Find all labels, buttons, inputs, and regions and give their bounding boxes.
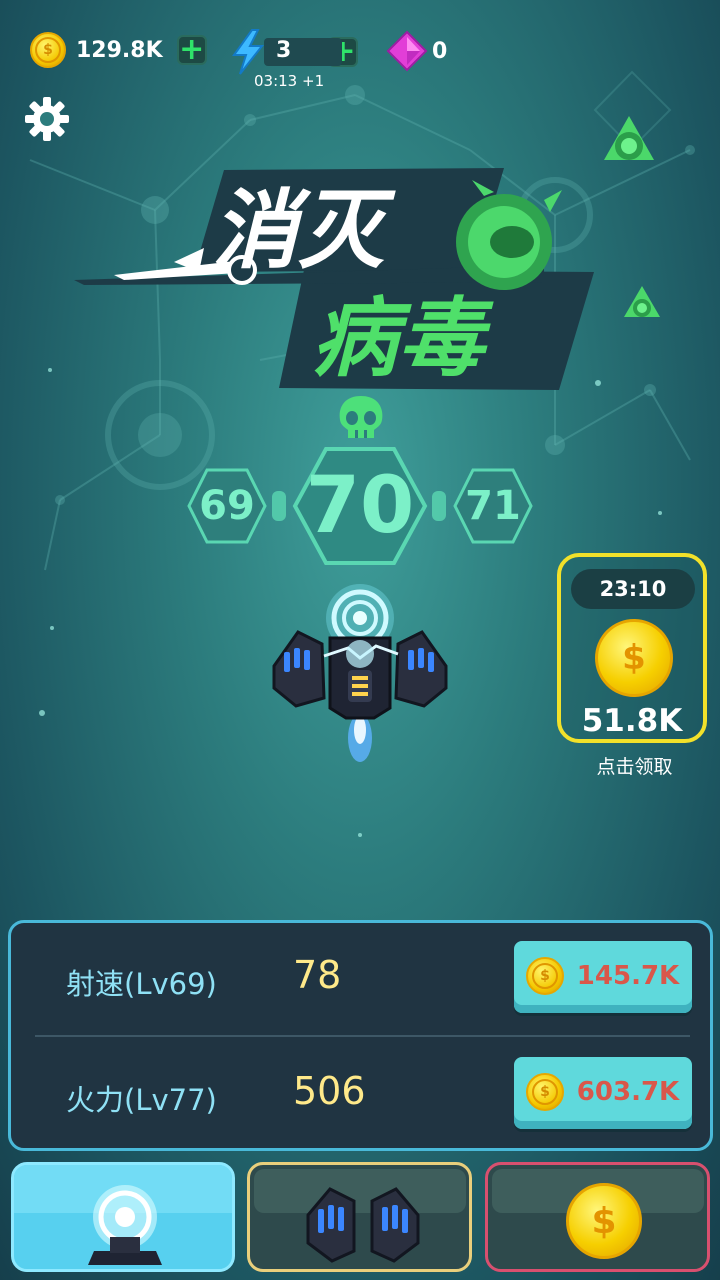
upgrade-label: 射速(Lv69) <box>66 967 217 1001</box>
level-previous: 69 <box>187 468 267 544</box>
energy-timer: 03:13 +1 <box>254 72 325 90</box>
bonus-amount: 51.8K <box>581 703 683 739</box>
level-next: 71 <box>453 468 533 544</box>
upgrade-value: 78 <box>293 953 342 997</box>
upgrade-label: 火力(Lv77) <box>66 1083 217 1117</box>
game-logo: 消灭 病毒 <box>74 168 594 390</box>
upgrade-row-firepower: 火力(Lv77) 506 $ 603.7K <box>11 1039 710 1149</box>
gold-coin-icon: $ <box>566 1183 642 1259</box>
level-connector-left <box>272 491 286 521</box>
player-ship <box>272 584 448 762</box>
energy-counter: 3 + <box>228 28 358 76</box>
upgrade-row-fire-rate: 射速(Lv69) 78 $ 145.7K <box>11 923 710 1033</box>
upgrade-fire-rate-button[interactable]: $ 145.7K <box>514 941 692 1013</box>
upgrade-firepower-button[interactable]: $ 603.7K <box>514 1057 692 1129</box>
add-coins-button[interactable]: + <box>176 35 207 65</box>
divider <box>35 1035 690 1037</box>
wing-pods-icon <box>306 1187 420 1263</box>
gem-counter: 0 <box>386 30 447 72</box>
level-connector-right <box>432 491 446 521</box>
upgrade-value: 506 <box>293 1069 366 1113</box>
idle-bonus-chest[interactable]: 23:10 $ 51.8K <box>557 553 707 743</box>
logo-line-1: 消灭 <box>212 181 396 281</box>
tab-coins[interactable]: $ <box>485 1162 710 1272</box>
claim-bonus-label[interactable]: 点击领取 <box>557 752 712 779</box>
gold-coin-icon: $ <box>595 619 673 697</box>
gold-coin-icon: $ <box>526 957 564 995</box>
gold-coin-icon: $ <box>526 1073 564 1111</box>
skull-icon <box>339 396 383 438</box>
gold-coin-icon: $ <box>30 32 66 68</box>
upgrade-cost: 145.7K <box>576 961 680 991</box>
tab-turret[interactable] <box>11 1162 235 1272</box>
logo-line-2: 病毒 <box>312 289 494 389</box>
turret-icon <box>88 1185 162 1265</box>
tab-wings[interactable] <box>247 1162 472 1272</box>
upgrade-cost: 603.7K <box>576 1077 680 1107</box>
level-current: 70 <box>292 446 428 566</box>
gem-amount: 0 <box>432 38 448 64</box>
virus-small-icon <box>624 286 660 317</box>
coin-amount: 129.8K <box>76 37 163 63</box>
energy-amount: 3 <box>276 38 292 63</box>
coin-counter: $ 129.8K + <box>30 32 207 68</box>
upgrade-panel: 射速(Lv69) 78 $ 145.7K 火力(Lv77) 506 $ 603.… <box>8 920 713 1151</box>
gem-icon <box>386 30 428 72</box>
bonus-timer: 23:10 <box>571 569 695 609</box>
gear-icon[interactable] <box>24 96 70 142</box>
lightning-icon <box>232 29 265 75</box>
